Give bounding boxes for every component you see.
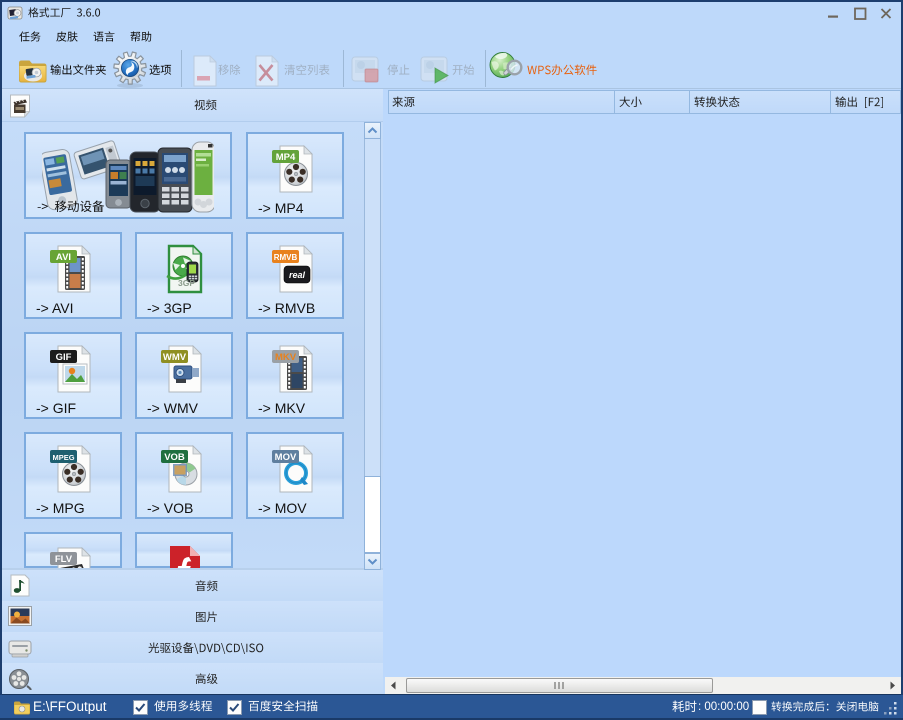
svg-text:GIF: GIF (56, 352, 72, 363)
svg-text:MP4: MP4 (276, 152, 296, 163)
svg-text:MPEG: MPEG (52, 453, 74, 462)
svg-text:RMVB: RMVB (274, 253, 298, 262)
svg-text:VOB: VOB (164, 452, 185, 463)
svg-text:WMV: WMV (163, 352, 187, 363)
svg-text:MOV: MOV (275, 452, 297, 463)
svg-text:3GP: 3GP (178, 278, 195, 288)
svg-text:real: real (289, 270, 306, 280)
svg-text:FLV: FLV (55, 554, 73, 565)
svg-text:AVI: AVI (56, 252, 71, 263)
svg-text:MKV: MKV (275, 352, 297, 363)
